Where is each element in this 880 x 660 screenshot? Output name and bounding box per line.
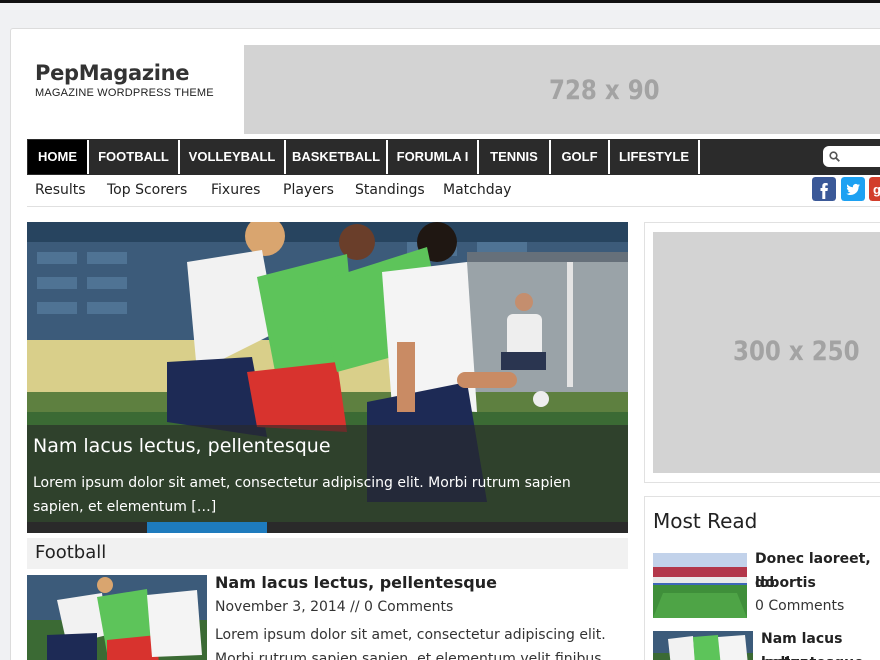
category-title[interactable]: Football bbox=[35, 542, 106, 563]
post-thumbnail[interactable] bbox=[27, 575, 207, 660]
site-title[interactable]: PepMagazine bbox=[35, 61, 214, 85]
search-icon bbox=[829, 151, 840, 162]
subnav-matchday[interactable]: Matchday bbox=[443, 182, 511, 198]
site-logo[interactable]: PepMagazine MAGAZINE WORDPRESS THEME bbox=[35, 61, 214, 99]
subnav-fixures[interactable]: Fixures bbox=[211, 182, 260, 198]
post-title[interactable]: Nam lacus lectus, pellentesque bbox=[215, 573, 497, 592]
subnav-results[interactable]: Results bbox=[35, 182, 86, 198]
nav-item-basketball[interactable]: BASKETBALL bbox=[286, 140, 388, 174]
most-read-thumb-2[interactable] bbox=[653, 631, 753, 660]
sidebar-ad-label: 300 x 250 bbox=[733, 336, 860, 367]
nav-item-football[interactable]: FOOTBALL bbox=[89, 140, 180, 174]
nav-item-home[interactable]: HOME bbox=[28, 140, 89, 174]
search-input[interactable] bbox=[823, 146, 880, 167]
slider-pagination bbox=[27, 522, 628, 533]
leaderboard-ad-label: 728 x 90 bbox=[549, 75, 660, 106]
subnav-players[interactable]: Players bbox=[283, 182, 334, 198]
nav-item-tennis[interactable]: TENNIS bbox=[479, 140, 551, 174]
most-read-heading: Most Read bbox=[653, 509, 758, 533]
nav-item-volleyball[interactable]: VOLLEYBALL bbox=[180, 140, 286, 174]
nav-item-golf[interactable]: GOLF bbox=[551, 140, 610, 174]
main-nav: HOME FOOTBALL VOLLEYBALL BASKETBALL FORU… bbox=[27, 139, 880, 175]
post-thumbnail-image bbox=[27, 575, 207, 660]
featured-slider[interactable]: Nam lacus lectus, pellentesque Lorem ips… bbox=[27, 222, 628, 533]
post-excerpt: Lorem ipsum dolor sit amet, consectetur … bbox=[215, 627, 606, 660]
most-read-thumb-1[interactable] bbox=[653, 553, 747, 618]
most-read-widget: Most Read Donec laoreet, do lobortis 0 C… bbox=[644, 496, 880, 660]
most-read-title-2b[interactable]: pellentesque bbox=[761, 651, 864, 660]
nav-item-lifestyle[interactable]: LIFESTYLE bbox=[610, 140, 700, 174]
subnav-standings[interactable]: Standings bbox=[355, 182, 425, 198]
googleplus-icon[interactable]: g+ bbox=[869, 177, 880, 201]
slider-excerpt: Lorem ipsum dolor sit amet, consectetur … bbox=[33, 475, 571, 515]
most-read-title-1b[interactable]: lobortis bbox=[755, 571, 816, 595]
slider-active-indicator[interactable] bbox=[147, 522, 267, 533]
sidebar-ad[interactable]: 300 x 250 bbox=[653, 232, 880, 473]
slider-title[interactable]: Nam lacus lectus, pellentesque bbox=[33, 435, 331, 457]
post-meta: November 3, 2014 // 0 Comments bbox=[215, 599, 454, 615]
subnav-top-scorers[interactable]: Top Scorers bbox=[107, 182, 187, 198]
category-heading: Football bbox=[27, 538, 628, 569]
svg-text:g+: g+ bbox=[873, 182, 880, 197]
site-tagline: MAGAZINE WORDPRESS THEME bbox=[35, 87, 214, 99]
slider-caption: Nam lacus lectus, pellentesque Lorem ips… bbox=[27, 425, 628, 533]
football-players-image bbox=[653, 631, 753, 660]
stadium-image bbox=[653, 553, 747, 618]
sub-nav: Results Top Scorers Fixures Players Stan… bbox=[27, 177, 880, 207]
top-border bbox=[0, 0, 880, 3]
leaderboard-ad[interactable]: 728 x 90 bbox=[244, 45, 880, 134]
facebook-icon[interactable] bbox=[812, 177, 836, 201]
nav-item-formula[interactable]: FORUMLA I bbox=[388, 140, 479, 174]
most-read-meta-1: 0 Comments bbox=[755, 598, 845, 614]
twitter-icon[interactable] bbox=[841, 177, 865, 201]
page-container: PepMagazine MAGAZINE WORDPRESS THEME 728… bbox=[10, 28, 880, 660]
